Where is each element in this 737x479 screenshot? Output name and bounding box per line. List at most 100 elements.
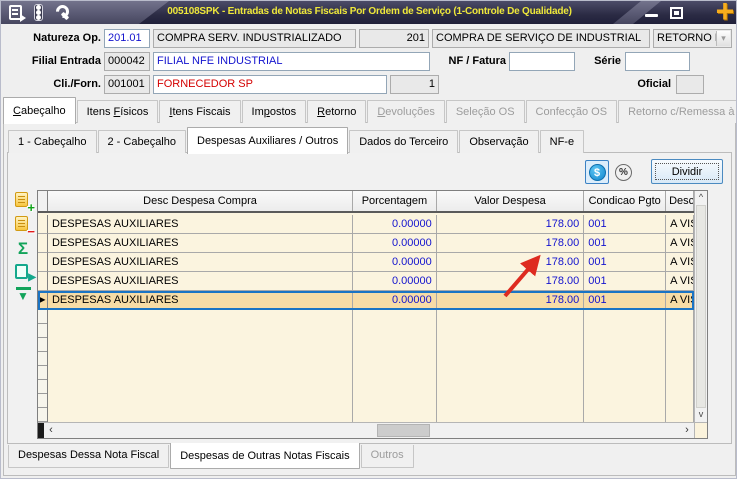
tab-itens-f-sicos[interactable]: Itens Físicos [76, 100, 159, 123]
scrollbar-corner [694, 422, 707, 438]
vertical-scroll-thumb[interactable] [696, 205, 706, 408]
tab-nf-e[interactable]: NF-e [539, 130, 585, 153]
oficial-label: Oficial [637, 78, 671, 90]
tab-outros: Outros [360, 445, 414, 468]
horizontal-scrollbar[interactable]: ‹ › [38, 422, 694, 438]
grid-row-0: DESPESAS AUXILIARES0.00000178.00001A VIS… [38, 215, 694, 234]
grid-cell-3-0[interactable]: DESPESAS AUXILIARES [47, 272, 353, 291]
scroll-right-icon[interactable]: › [680, 423, 694, 438]
grid-cell-2-3[interactable]: 001 [584, 253, 667, 272]
tab-cabe-alho[interactable]: Cabeçalho [3, 97, 76, 124]
cli-forn-label: Cli./Forn. [53, 78, 101, 90]
row-marker[interactable] [38, 215, 48, 234]
horizontal-scroll-thumb[interactable] [377, 424, 430, 437]
tab-despesas-dessa-nota-fiscal[interactable]: Despesas Dessa Nota Fiscal [8, 445, 170, 468]
grid-cell-1-3[interactable]: 001 [584, 234, 667, 253]
nf-fatura-field[interactable] [509, 52, 575, 71]
tab-devolu-es: Devoluções [367, 100, 445, 123]
tab-despesas-de-outras-notas-fiscais[interactable]: Despesas de Outras Notas Fiscais [170, 443, 360, 469]
sub-tab-strip: 1 - Cabeçalho 2 - Cabeçalho Despesas Auxil… [8, 126, 585, 154]
window-title: 005108SPK - Entradas de Notas Fiscais Po… [167, 6, 572, 17]
tab-retorno[interactable]: Retorno [307, 100, 367, 123]
scroll-left-icon[interactable]: ‹ [44, 423, 58, 438]
serie-label: Série [594, 55, 621, 67]
grid-row-3: DESPESAS AUXILIARES0.00000178.00001A VIS… [38, 272, 694, 291]
maximize-icon[interactable] [670, 7, 683, 19]
filial-desc-field[interactable]: FILIAL NFE INDUSTRIAL [153, 52, 430, 71]
minimize-icon[interactable] [645, 14, 658, 17]
grid-cell-3-1[interactable]: 0.00000 [353, 272, 437, 291]
grid-cell-4-3[interactable]: 001 [584, 291, 667, 310]
grid-col-header-4: Desc C [666, 191, 694, 211]
grid-cell-4-2[interactable]: 178.00 [436, 291, 585, 310]
focus-rect [655, 163, 719, 180]
grid-cell-4-1[interactable]: 0.00000 [353, 291, 437, 310]
tab-dados-do-terceiro[interactable]: Dados do Terceiro [349, 130, 459, 153]
grid-cell-1-0[interactable]: DESPESAS AUXILIARES [47, 234, 353, 253]
grid-cell-3-2[interactable]: 178.00 [436, 272, 585, 291]
close-plus-icon[interactable]: + [712, 1, 736, 27]
cli-forn-desc-field[interactable]: FORNECEDOR SP [153, 75, 387, 94]
oficial-field [676, 75, 704, 94]
natureza-op-label: Natureza Op. [33, 32, 101, 44]
money-toggle-button[interactable]: $ [585, 160, 609, 184]
app-window: 005108SPK - Entradas de Notas Fiscais Po… [0, 0, 737, 479]
tab-itens-fiscais[interactable]: Itens Fiscais [159, 100, 241, 123]
row-marker[interactable] [38, 253, 48, 272]
grid-col-header-3: Condicao Pgto [584, 191, 667, 211]
tab-impostos[interactable]: Impostos [241, 100, 307, 123]
tab-retorno-c-remessa-ordem: Retorno c/Remessa à Ordem [618, 100, 736, 123]
dollar-icon: $ [588, 163, 606, 181]
grid-body: DESPESAS AUXILIARES0.00000178.00001A VIS… [38, 215, 694, 422]
grid-cell-0-2[interactable]: 178.00 [436, 215, 585, 234]
grid-cell-0-3[interactable]: 001 [584, 215, 667, 234]
grid-cell-2-4[interactable]: A VIST [666, 253, 694, 272]
natureza-op-desc-field: COMPRA SERV. INDUSTRIALIZADO [153, 29, 356, 48]
sum-icon[interactable]: Σ [13, 239, 33, 259]
row-marker[interactable] [38, 234, 48, 253]
tab-sele-o-os: Seleção OS [445, 100, 525, 123]
tab-1-cabe-alho[interactable]: 1 - Cabeçalho [8, 130, 97, 153]
bottom-tab-strip: Despesas Dessa Nota Fiscal Despesas de Ou… [8, 443, 415, 469]
delete-row-icon[interactable]: − [13, 215, 35, 238]
grid-cell-1-4[interactable]: A VIST [666, 234, 694, 253]
row-marker[interactable]: ▶ [38, 291, 48, 310]
grid-empty-area [38, 310, 694, 422]
natureza-op-code-field[interactable]: 201.01 [104, 29, 150, 48]
grid-row-1: DESPESAS AUXILIARES0.00000178.00001A VIS… [38, 234, 694, 253]
grid-cell-1-1[interactable]: 0.00000 [353, 234, 437, 253]
percent-toggle-icon[interactable]: % [615, 164, 632, 181]
row-marker[interactable] [38, 272, 48, 291]
despesas-grid: Desc Despesa Compra Porcentagem Valor Desp… [37, 190, 708, 439]
tab-despesas-auxiliares-outros[interactable]: Despesas Auxiliares / Outros [187, 127, 349, 154]
dividir-button[interactable]: Dividir [651, 159, 723, 184]
grid-cell-2-0[interactable]: DESPESAS AUXILIARES [47, 253, 353, 272]
tab-2-cabe-alho[interactable]: 2 - Cabeçalho [97, 130, 186, 153]
grid-cell-0-1[interactable]: 0.00000 [353, 215, 437, 234]
grid-cell-2-1[interactable]: 0.00000 [353, 253, 437, 272]
add-row-icon[interactable]: + [13, 191, 35, 214]
filial-code-field: 000042 [104, 52, 150, 71]
grid-cell-0-0[interactable]: DESPESAS AUXILIARES [47, 215, 353, 234]
grid-cell-0-4[interactable]: A VIST [666, 215, 694, 234]
grid-cell-4-0[interactable]: DESPESAS AUXILIARES [47, 291, 353, 310]
grid-col-header-2: Valor Despesa [436, 191, 585, 211]
tab-observa-o[interactable]: Observação [459, 130, 539, 153]
go-last-row-icon[interactable]: ▼ [13, 287, 33, 307]
scroll-down-icon[interactable]: v [695, 408, 707, 422]
titlebar: 005108SPK - Entradas de Notas Fiscais Po… [1, 1, 736, 27]
serie-field[interactable] [625, 52, 690, 71]
grid-cell-2-2[interactable]: 178.00 [436, 253, 585, 272]
cli-forn-loja-field: 1 [390, 75, 439, 94]
copy-row-icon[interactable]: ▶ [13, 263, 36, 283]
scroll-up-icon[interactable]: ^ [695, 191, 707, 205]
main-tab-strip: Cabeçalho Itens Físicos Itens Fiscais Impos… [3, 96, 736, 124]
tipo-operacao-combo: RETORNO DE MERCAD▾ [653, 29, 732, 48]
vertical-scrollbar[interactable]: ^ v [694, 191, 707, 422]
chevron-down-icon: ▾ [716, 31, 730, 46]
grid-cell-3-3[interactable]: 001 [584, 272, 667, 291]
grid-cell-1-2[interactable]: 178.00 [436, 234, 585, 253]
grid-header: Desc Despesa Compra Porcentagem Valor Desp… [38, 191, 694, 213]
grid-cell-4-4[interactable]: A VIST [666, 291, 694, 310]
grid-cell-3-4[interactable]: A VIST [666, 272, 694, 291]
